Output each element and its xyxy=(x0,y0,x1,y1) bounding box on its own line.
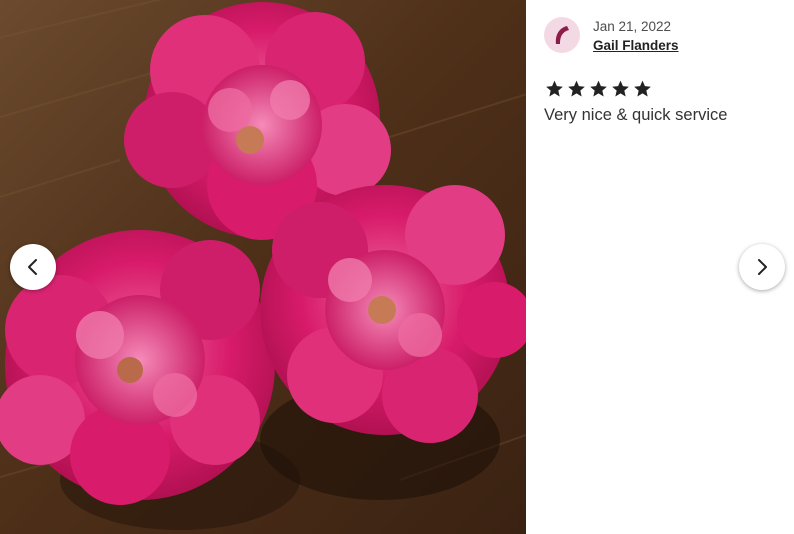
star-icon xyxy=(568,80,585,97)
star-icon xyxy=(590,80,607,97)
star-rating xyxy=(544,79,653,99)
chevron-left-icon xyxy=(28,259,37,275)
star-icon xyxy=(634,80,651,97)
review-text: Very nice & quick service xyxy=(544,106,728,124)
next-button[interactable] xyxy=(739,244,785,290)
reviewer-name-link[interactable]: Gail Flanders xyxy=(593,38,679,53)
previous-button[interactable] xyxy=(10,244,56,290)
avatar[interactable] xyxy=(544,17,580,53)
star-icon xyxy=(546,80,563,97)
star-icon xyxy=(612,80,629,97)
review-photo xyxy=(0,0,526,534)
review-date: Jan 21, 2022 xyxy=(593,19,672,34)
avatar-mark-icon xyxy=(555,26,569,44)
chevron-right-icon xyxy=(758,259,767,275)
